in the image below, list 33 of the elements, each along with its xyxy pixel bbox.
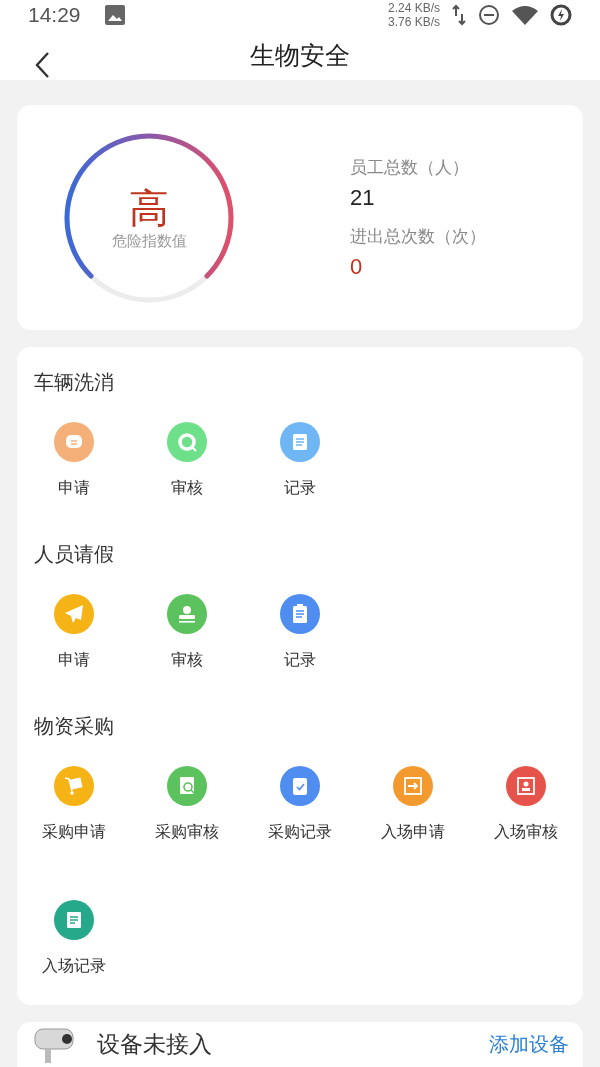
menu-item[interactable]: 记录: [243, 422, 356, 499]
menu-item[interactable]: 采购审核: [130, 766, 243, 843]
stat-value: 21: [350, 184, 376, 211]
menu-item[interactable]: 采购申请: [17, 766, 130, 843]
page-title: 生物安全: [250, 39, 350, 71]
device-status: 设备未接入: [97, 1030, 212, 1059]
risk-label: 危险指数值: [111, 232, 187, 251]
menu-item[interactable]: 入场记录: [17, 900, 130, 977]
menu-item[interactable]: 申请: [17, 422, 130, 499]
section-title: 人员请假: [34, 542, 115, 567]
download-speed: 3.76 KB/s: [387, 15, 440, 30]
section-title: 物资采购: [34, 714, 115, 739]
risk-value: 高: [129, 185, 169, 232]
battery-saver-icon: [550, 4, 572, 27]
menu-item[interactable]: 入场审核: [469, 766, 582, 843]
image-icon: [104, 5, 125, 26]
wifi-icon: [512, 5, 538, 26]
do-not-disturb-icon: [478, 4, 500, 27]
stat-label: 员工总数（人）: [350, 156, 470, 179]
menu-item[interactable]: 申请: [17, 594, 130, 671]
menu-item[interactable]: 记录: [243, 594, 356, 671]
add-device-link[interactable]: 添加设备: [489, 1031, 569, 1058]
menu-item[interactable]: 入场申请: [356, 766, 469, 843]
section-title: 车辆洗消: [34, 370, 115, 395]
stat-value: 0: [350, 253, 364, 280]
stat-label: 进出总次数（次）: [350, 225, 486, 248]
upload-speed: 2.24 KB/s: [387, 1, 440, 16]
data-transfer-icon: [452, 4, 466, 27]
menu-item[interactable]: 审核: [130, 422, 243, 499]
menu-item[interactable]: 采购记录: [243, 766, 356, 843]
menu-item[interactable]: 审核: [130, 594, 243, 671]
back-icon: [34, 51, 50, 80]
clock: 14:29: [28, 3, 81, 28]
